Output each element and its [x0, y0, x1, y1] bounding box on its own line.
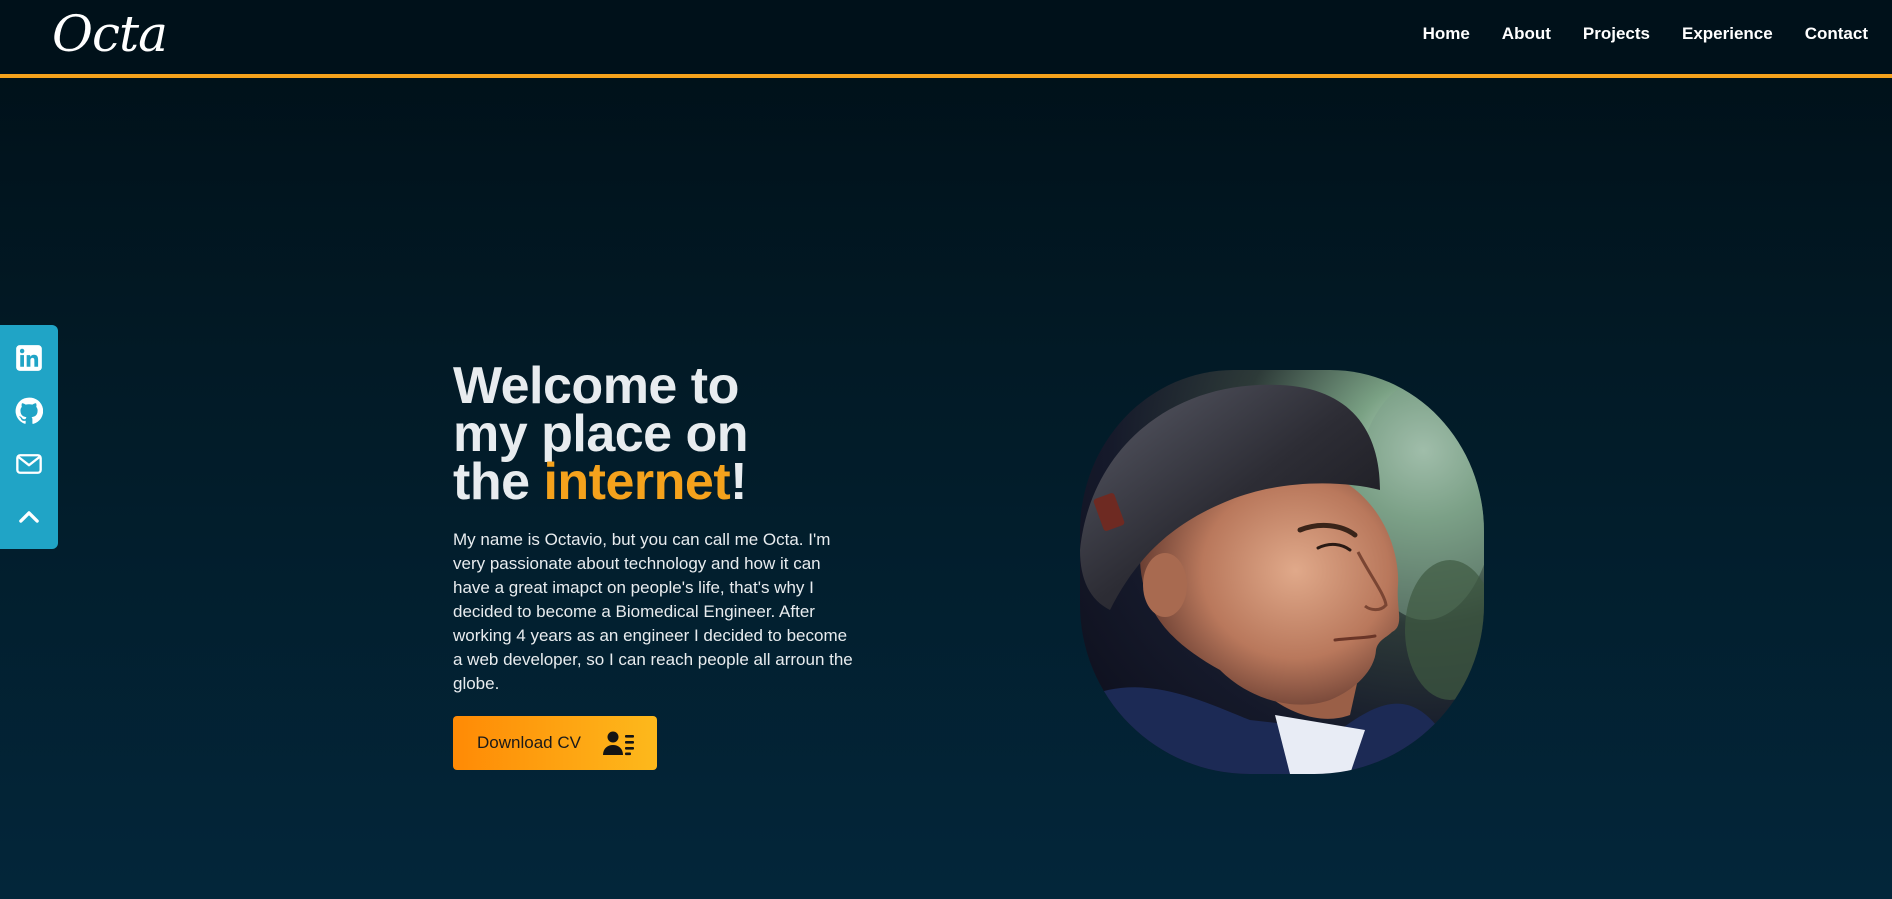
hero-title-suffix: !	[730, 453, 747, 511]
nav-projects[interactable]: Projects	[1583, 24, 1650, 44]
nav-links: Home About Projects Experience Contact	[1423, 24, 1868, 44]
id-card-icon	[603, 729, 635, 757]
chevron-up-icon[interactable]	[12, 500, 46, 534]
nav-home[interactable]: Home	[1423, 24, 1470, 44]
hero-title-line-3-prefix: the	[453, 453, 544, 511]
mail-icon[interactable]	[12, 447, 46, 481]
hero-description: My name is Octavio, but you can call me …	[453, 530, 853, 693]
nav-experience[interactable]: Experience	[1682, 24, 1773, 44]
logo[interactable]: Octa	[52, 4, 168, 64]
hero-title: Welcome to my place on the internet!	[453, 360, 853, 508]
download-cv-button[interactable]: Download CV	[453, 716, 657, 770]
nav-contact[interactable]: Contact	[1805, 24, 1868, 44]
github-icon[interactable]	[12, 394, 46, 428]
hero-section: Welcome to my place on the internet! My …	[453, 360, 853, 713]
social-sidebar	[0, 325, 58, 549]
nav-about[interactable]: About	[1502, 24, 1551, 44]
hero-title-accent: internet	[543, 453, 731, 511]
download-cv-label: Download CV	[477, 733, 581, 752]
linkedin-icon[interactable]	[12, 341, 46, 375]
navbar: Octa Home About Projects Experience Cont…	[0, 0, 1892, 78]
profile-photo	[1080, 370, 1484, 774]
